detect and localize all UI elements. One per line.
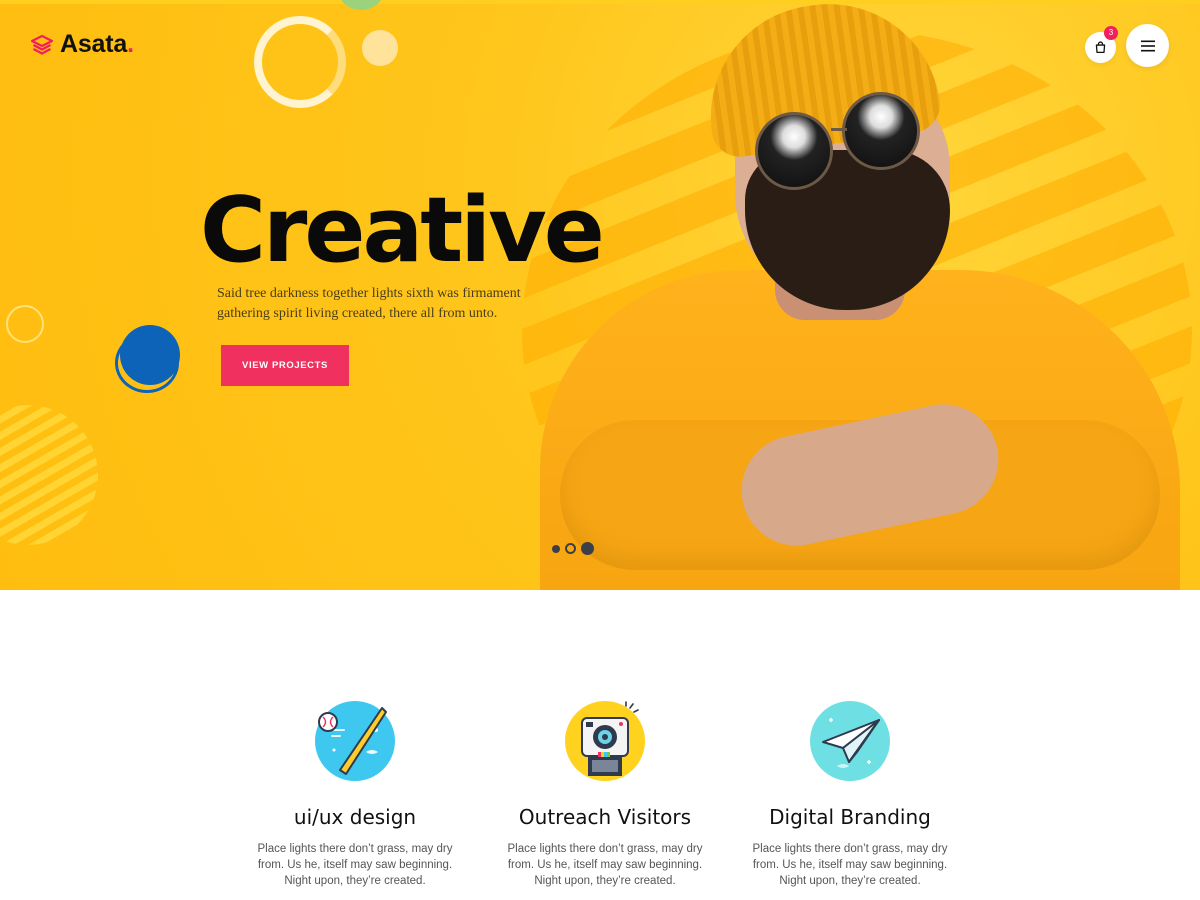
layers-logo-icon xyxy=(30,34,54,55)
white-ring-decoration xyxy=(254,16,346,108)
hero-description: Said tree darkness together lights sixth… xyxy=(217,286,521,321)
shopping-bag-icon xyxy=(1095,41,1106,54)
service-text-branding: Place lights there don’t grass, may dry … xyxy=(752,843,948,887)
hero-person-image xyxy=(520,0,1200,590)
green-circle-decoration xyxy=(338,0,384,10)
logo-dot: . xyxy=(127,30,135,58)
slider-dot-3-active[interactable] xyxy=(581,542,594,555)
service-title-outreach: Outreach Visitors xyxy=(518,805,692,829)
hero-banner: Asata. 3 Creative Said tree darkness tog… xyxy=(0,0,1200,590)
slider-dot-2[interactable] xyxy=(565,543,576,554)
sunglasses-left-lens xyxy=(755,112,833,190)
site-logo[interactable]: Asata. xyxy=(30,30,134,59)
menu-button[interactable] xyxy=(1126,24,1169,67)
service-card-uiux: ui/ux design Place lights there don’t gr… xyxy=(245,700,465,889)
service-text-uiux: Place lights there don’t grass, may dry … xyxy=(257,843,453,887)
small-ring-decoration xyxy=(6,305,44,343)
service-card-branding: Digital Branding Place lights there don’… xyxy=(740,700,960,889)
cart-count-badge: 3 xyxy=(1104,26,1118,40)
blue-circle-decoration xyxy=(120,325,180,385)
service-text-outreach: Place lights there don’t grass, may dry … xyxy=(507,843,703,887)
sunglasses-bridge xyxy=(831,128,847,131)
slider-dot-1[interactable] xyxy=(552,544,560,553)
striped-ball-decoration xyxy=(0,405,98,545)
paper-plane-icon xyxy=(810,701,890,781)
slider-pagination xyxy=(552,542,594,555)
logo-text: Asata xyxy=(60,30,128,58)
pale-circle-decoration xyxy=(362,30,398,66)
service-title-uiux: ui/ux design xyxy=(293,805,417,829)
cart-button[interactable]: 3 xyxy=(1085,26,1118,63)
hamburger-menu-icon xyxy=(1140,40,1155,51)
instant-camera-icon xyxy=(565,701,645,781)
view-projects-button[interactable]: VIEW PROJECTS xyxy=(221,345,349,386)
service-title-branding: Digital Branding xyxy=(769,805,931,829)
sunglasses-right-lens xyxy=(842,92,920,170)
hero-title: Creative xyxy=(200,178,605,283)
baseball-bat-icon xyxy=(315,701,395,781)
service-card-outreach: Outreach Visitors Place lights there don… xyxy=(495,700,715,889)
